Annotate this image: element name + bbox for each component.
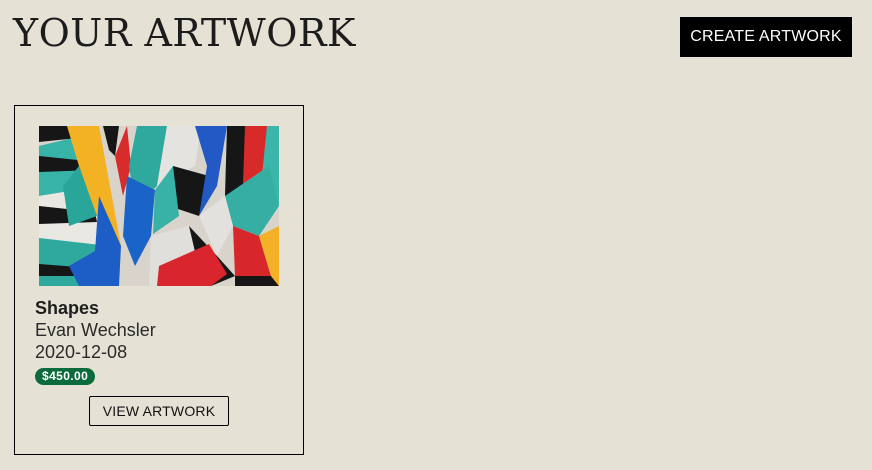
artwork-card: Shapes Evan Wechsler 2020-12-08 $450.00 … bbox=[14, 105, 304, 455]
artwork-artist: Evan Wechsler bbox=[35, 320, 156, 340]
page-title: YOUR ARTWORK bbox=[13, 11, 356, 55]
view-artwork-button[interactable]: VIEW ARTWORK bbox=[89, 396, 229, 426]
price-badge: $450.00 bbox=[35, 368, 96, 385]
artwork-image bbox=[39, 126, 279, 286]
artwork-date: 2020-12-08 bbox=[35, 342, 128, 362]
artwork-title: Shapes bbox=[35, 298, 100, 318]
create-artwork-button[interactable]: CREATE ARTWORK bbox=[680, 17, 852, 57]
